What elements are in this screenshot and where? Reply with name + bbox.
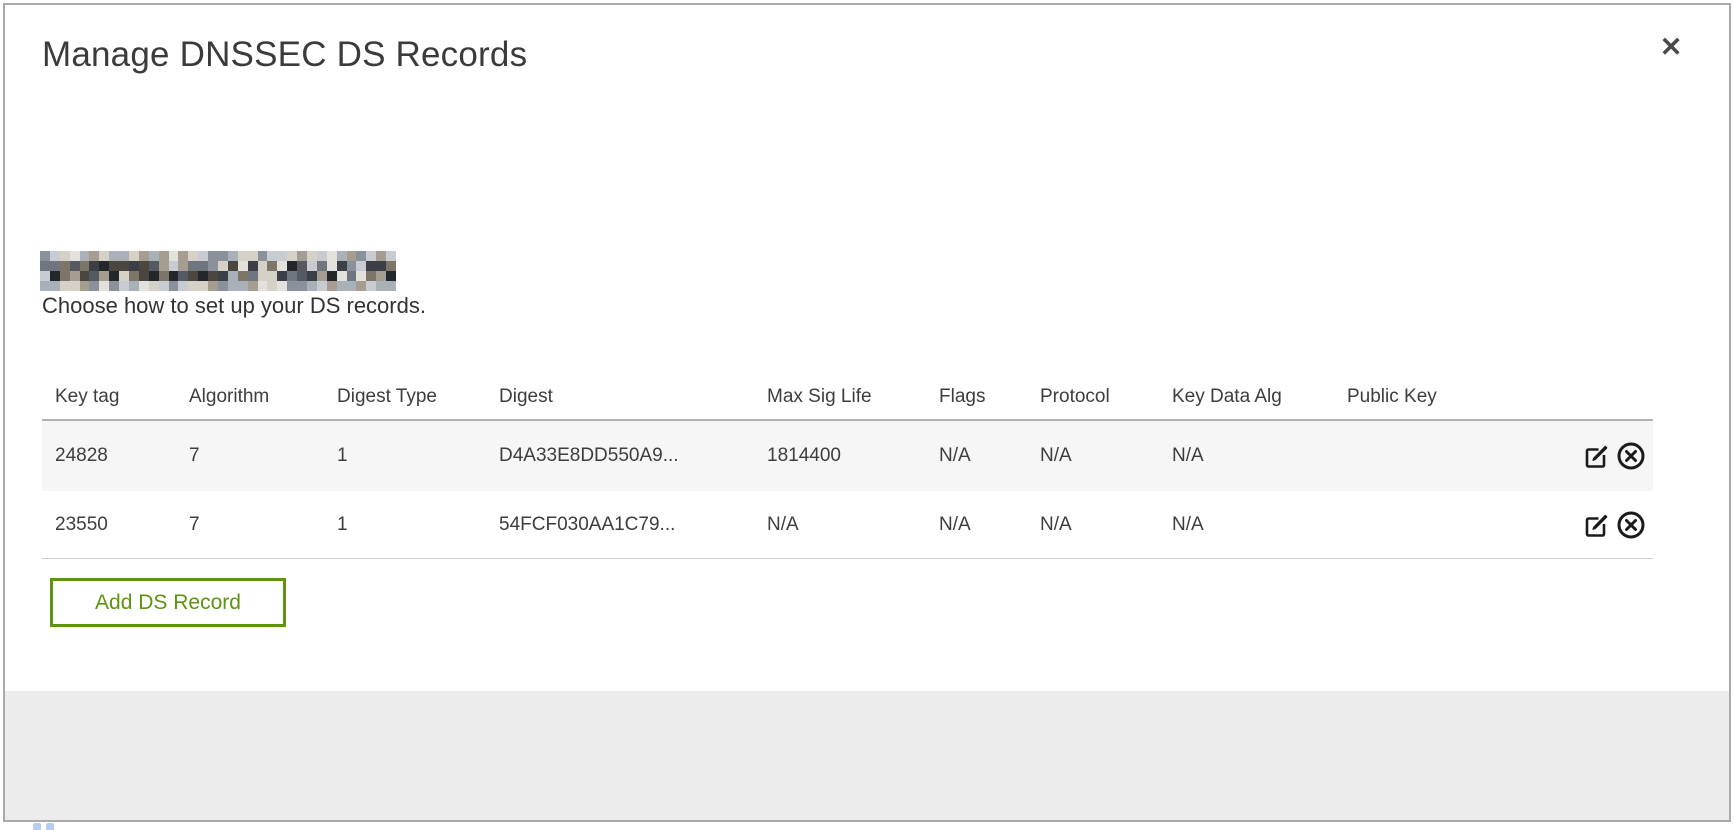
delete-record-button[interactable] [1615, 440, 1647, 472]
add-ds-record-button[interactable]: Add DS Record [50, 578, 286, 627]
cell-digest: D4A33E8DD550A9... [499, 445, 767, 467]
cell-protocol: N/A [1040, 445, 1172, 467]
delete-icon [1615, 509, 1647, 541]
header-key-tag: Key tag [55, 386, 189, 408]
modal-title: Manage DNSSEC DS Records [42, 35, 527, 75]
header-public-key: Public Key [1347, 386, 1561, 408]
cell-digest: 54FCF030AA1C79... [499, 514, 767, 536]
cell-key-tag: 23550 [55, 514, 189, 536]
edit-icon [1582, 441, 1612, 471]
header-max-sig-life: Max Sig Life [767, 386, 939, 408]
modal-footer: Save Cancel [5, 691, 1729, 820]
delete-record-button[interactable] [1615, 509, 1647, 541]
header-algorithm: Algorithm [189, 386, 337, 408]
cell-key-data-alg: N/A [1172, 445, 1347, 467]
dnssec-modal: Manage DNSSEC DS Records ✕ Choose how to… [3, 3, 1731, 822]
delete-icon [1615, 440, 1647, 472]
instruction-text: Choose how to set up your DS records. [42, 293, 426, 319]
row-actions [1561, 509, 1653, 541]
header-key-data-alg: Key Data Alg [1172, 386, 1347, 408]
header-flags: Flags [939, 386, 1040, 408]
cell-flags: N/A [939, 445, 1040, 467]
page: Manage DNSSEC DS Records ✕ Choose how to… [0, 0, 1734, 830]
header-digest-type: Digest Type [337, 386, 499, 408]
cell-protocol: N/A [1040, 514, 1172, 536]
table-header-row: Key tag Algorithm Digest Type Digest Max… [42, 375, 1653, 419]
edit-record-button[interactable] [1581, 440, 1613, 472]
cell-key-data-alg: N/A [1172, 514, 1347, 536]
edit-record-button[interactable] [1581, 509, 1613, 541]
table-row: 23550 7 1 54FCF030AA1C79... N/A N/A N/A … [42, 491, 1653, 559]
cell-flags: N/A [939, 514, 1040, 536]
redacted-domain-name [40, 251, 396, 291]
header-protocol: Protocol [1040, 386, 1172, 408]
cell-digest-type: 1 [337, 514, 499, 536]
cell-key-tag: 24828 [55, 445, 189, 467]
header-digest: Digest [499, 386, 767, 408]
ds-records-table: Key tag Algorithm Digest Type Digest Max… [42, 375, 1653, 559]
edit-icon [1582, 510, 1612, 540]
cell-max-sig-life: N/A [767, 514, 939, 536]
table-row: 24828 7 1 D4A33E8DD550A9... 1814400 N/A … [42, 421, 1653, 491]
row-actions [1561, 440, 1653, 472]
close-icon[interactable]: ✕ [1651, 27, 1691, 67]
cell-algorithm: 7 [189, 445, 337, 467]
cell-algorithm: 7 [189, 514, 337, 536]
cell-max-sig-life: 1814400 [767, 445, 939, 467]
background-page-fragment [33, 823, 59, 830]
cell-digest-type: 1 [337, 445, 499, 467]
